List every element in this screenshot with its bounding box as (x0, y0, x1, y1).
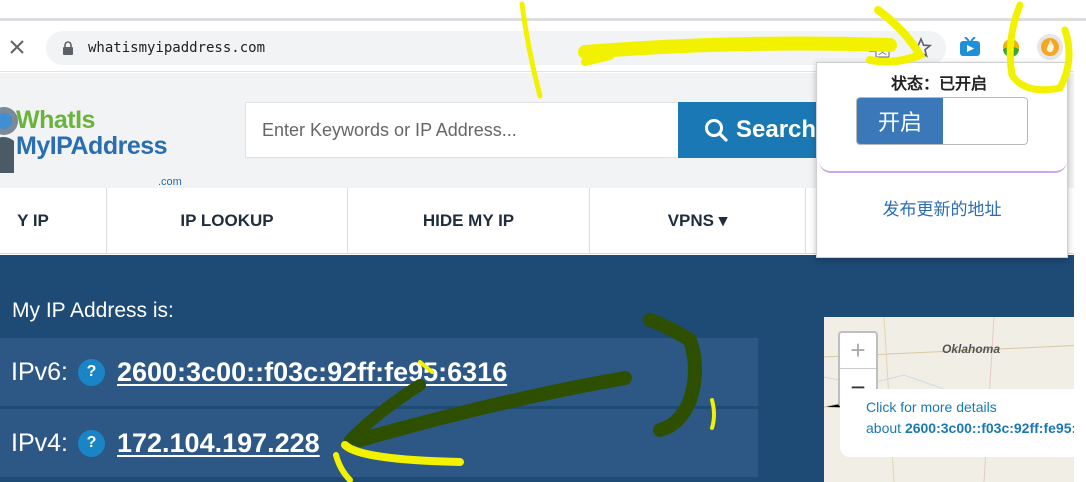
bookmark-star-icon[interactable] (910, 37, 932, 59)
nav-ip-lookup[interactable]: IP LOOKUP (107, 188, 348, 254)
help-icon[interactable]: ? (77, 358, 105, 386)
tv-extension-icon[interactable] (957, 34, 983, 60)
vpn-extension-icon[interactable] (1037, 34, 1063, 60)
map-region-label: Oklahoma (942, 342, 1001, 356)
ipv6-label: IPv6: (11, 357, 68, 386)
search-icon (705, 119, 728, 142)
location-map[interactable]: + − Oklahoma Click for more details abou… (824, 317, 1086, 482)
search-box (245, 102, 680, 158)
ipv6-row: IPv6: ? 2600:3c00::f03c:92ff:fe95:6316 (0, 338, 758, 406)
logo-line-1: WhatIs (16, 106, 95, 134)
ipv4-value-link[interactable]: 172.104.197.228 (117, 428, 320, 459)
extension-toggle[interactable]: 开启 (856, 97, 1028, 145)
nav-hide-my-ip[interactable]: HIDE MY IP (348, 188, 590, 254)
logo-line-2: MyIPAddress (16, 132, 168, 160)
map-popup-ip: 2600:3c00::f03c:92ff:fe95:6316 (904, 420, 1086, 436)
map-popup[interactable]: Click for more details about 2600:3c00::… (840, 389, 1086, 457)
map-popup-line1: Click for more details (866, 399, 997, 415)
translate-icon[interactable]: G文 (868, 38, 890, 58)
nav-vpns[interactable]: VPNS ▾ (590, 188, 806, 254)
nav-label: HIDE MY IP (422, 211, 515, 230)
ipv4-label: IPv4: (11, 428, 68, 457)
nav-label: IP LOOKUP (180, 211, 274, 230)
screen: whatismyipaddress.com G文 WhatIs MyIPAddr… (0, 0, 1086, 482)
extension-status: 状态：已开启 (891, 76, 988, 93)
ipv6-value-link[interactable]: 2600:3c00::f03c:92ff:fe95:6316 (117, 357, 507, 388)
tab-strip (0, 0, 1086, 22)
search-input[interactable] (246, 103, 679, 157)
nav-label: VPNS ▾ (667, 211, 728, 230)
popup-divider (819, 159, 1067, 173)
logo-dotcom: .com (158, 176, 182, 188)
site-logo[interactable]: WhatIs MyIPAddress .com (0, 93, 202, 188)
ip-heading: My IP Address is: (12, 299, 174, 322)
extension-popup: 状态：已开启 开启 发布更新的地址 (816, 62, 1068, 258)
nav-my-ip[interactable]: Y IP (0, 188, 107, 254)
zoom-in-button[interactable]: + (840, 333, 876, 369)
svg-text:文: 文 (878, 45, 887, 57)
tab-strip-divider (0, 18, 1086, 21)
map-popup-about: about (866, 420, 902, 436)
update-address-link[interactable]: 发布更新的地址 (817, 195, 1067, 220)
close-icon[interactable] (4, 34, 30, 60)
lock-icon (63, 41, 73, 55)
ipv4-row: IPv4: ? 172.104.197.228 (0, 409, 758, 477)
toggle-on-button[interactable]: 开启 (857, 98, 943, 144)
right-edge (1074, 62, 1086, 482)
address-bar[interactable]: whatismyipaddress.com G文 (46, 31, 946, 65)
help-icon[interactable]: ? (77, 429, 105, 457)
search-button[interactable]: Search (678, 102, 838, 158)
green-extension-icon[interactable] (998, 34, 1024, 60)
nav-label: Y IP (17, 211, 49, 230)
url-text[interactable]: whatismyipaddress.com (88, 40, 265, 56)
search-button-label: Search (736, 116, 817, 143)
